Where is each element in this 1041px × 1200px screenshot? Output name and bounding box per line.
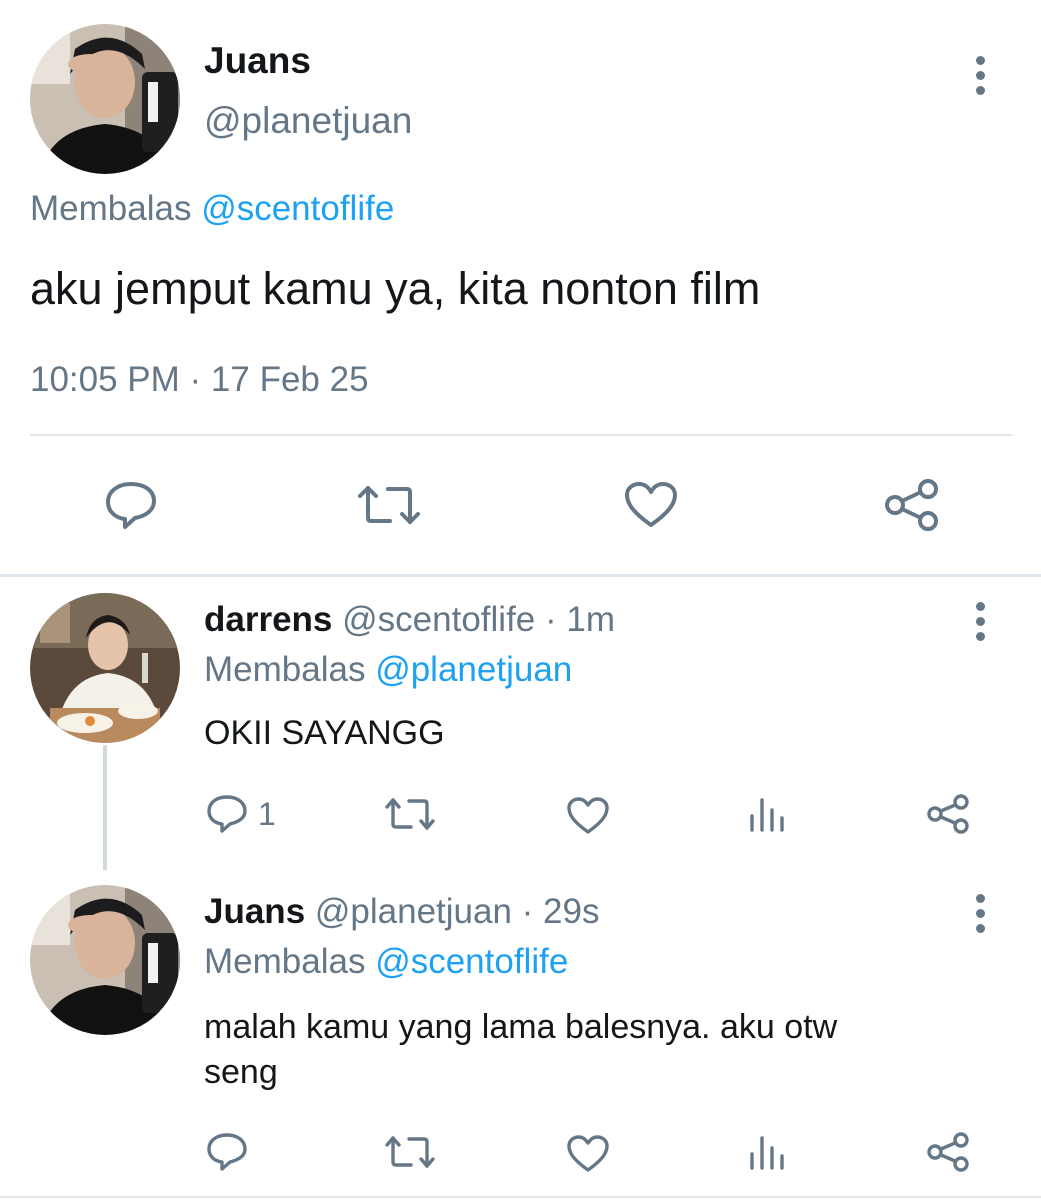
share-icon[interactable]: [926, 793, 970, 835]
avatar[interactable]: [30, 593, 180, 743]
thread-line: [103, 745, 107, 870]
author-name[interactable]: darrens: [204, 600, 332, 639]
reply-count: 1: [258, 795, 276, 832]
author-handle[interactable]: @planetjuan: [204, 100, 412, 142]
more-options-icon[interactable]: [976, 56, 992, 101]
retweet-icon[interactable]: [384, 1135, 436, 1169]
replying-to: Membalas @scentoflife: [204, 942, 568, 982]
tweet-timestamp: 10:05 PM · 17 Feb 25: [30, 360, 369, 399]
avatar[interactable]: [30, 24, 180, 174]
author-name[interactable]: Juans: [204, 892, 305, 931]
replying-prefix: Membalas: [204, 650, 366, 689]
tweet-text: aku jemput kamu ya, kita nonton film: [30, 263, 761, 314]
like-icon[interactable]: [624, 481, 678, 529]
retweet-icon[interactable]: [356, 484, 422, 526]
more-options-icon[interactable]: [976, 894, 992, 939]
reply-header: darrens @scentoflife · 1m: [204, 600, 615, 640]
replying-to-link[interactable]: @scentoflife: [375, 942, 568, 981]
more-options-icon[interactable]: [976, 602, 992, 647]
replying-to: Membalas @scentoflife: [30, 189, 394, 229]
tweet-text-line: seng: [204, 1053, 278, 1091]
like-icon[interactable]: [566, 1134, 610, 1174]
replying-to-link[interactable]: @planetjuan: [375, 650, 572, 689]
share-icon[interactable]: [926, 1131, 970, 1173]
author-handle[interactable]: @scentoflife · 1m: [342, 600, 615, 639]
tweet-text: OKII SAYANGG: [204, 714, 445, 752]
author-name[interactable]: Juans: [204, 40, 311, 82]
author-handle[interactable]: @planetjuan · 29s: [315, 892, 600, 931]
replying-to: Membalas @planetjuan: [204, 650, 572, 690]
replying-prefix: Membalas: [30, 189, 192, 228]
replying-prefix: Membalas: [204, 942, 366, 981]
avatar[interactable]: [30, 885, 180, 1035]
analytics-icon[interactable]: [748, 1134, 786, 1172]
like-icon[interactable]: [566, 796, 610, 836]
retweet-icon[interactable]: [384, 797, 436, 831]
reply-header: Juans @planetjuan · 29s: [204, 892, 600, 932]
reply-icon[interactable]: [206, 794, 248, 834]
divider: [30, 434, 1012, 436]
divider: [0, 1196, 1041, 1198]
tweet-text: malah kamu yang lama balesnya. aku otw s…: [204, 1005, 837, 1095]
reply-icon[interactable]: [104, 480, 158, 530]
section-divider: [0, 574, 1041, 577]
share-icon[interactable]: [884, 478, 940, 532]
analytics-icon[interactable]: [748, 796, 786, 834]
tweet-text-line: malah kamu yang lama balesnya. aku otw: [204, 1008, 838, 1046]
reply-icon[interactable]: [206, 1132, 248, 1172]
reply-action[interactable]: 1: [206, 794, 276, 834]
replying-to-link[interactable]: @scentoflife: [201, 189, 394, 228]
